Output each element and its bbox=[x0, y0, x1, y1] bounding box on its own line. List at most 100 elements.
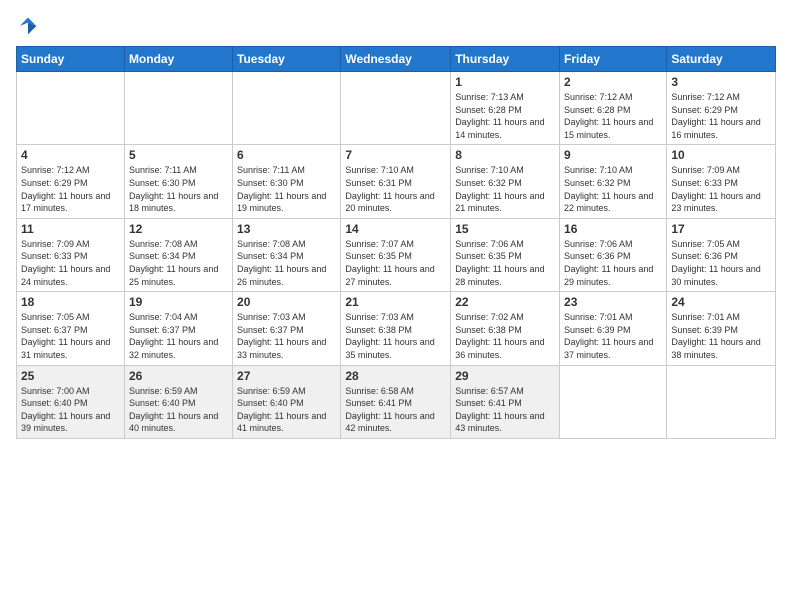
table-row: 10 Sunrise: 7:09 AM Sunset: 6:33 PM Dayli… bbox=[667, 145, 776, 218]
day-info: Sunrise: 7:01 AM Sunset: 6:39 PM Dayligh… bbox=[564, 311, 662, 361]
logo bbox=[16, 16, 38, 36]
page: Sunday Monday Tuesday Wednesday Thursday… bbox=[0, 0, 792, 612]
day-info: Sunrise: 7:12 AM Sunset: 6:29 PM Dayligh… bbox=[21, 164, 120, 214]
calendar-week-row: 4 Sunrise: 7:12 AM Sunset: 6:29 PM Daylig… bbox=[17, 145, 776, 218]
day-number: 2 bbox=[564, 75, 662, 89]
day-info: Sunrise: 7:08 AM Sunset: 6:34 PM Dayligh… bbox=[129, 238, 228, 288]
day-number: 8 bbox=[455, 148, 555, 162]
logo-icon bbox=[18, 16, 38, 36]
day-number: 26 bbox=[129, 369, 228, 383]
day-number: 20 bbox=[237, 295, 336, 309]
table-row: 28 Sunrise: 6:58 AM Sunset: 6:41 PM Dayli… bbox=[341, 365, 451, 438]
day-info: Sunrise: 7:03 AM Sunset: 6:38 PM Dayligh… bbox=[345, 311, 446, 361]
day-info: Sunrise: 7:11 AM Sunset: 6:30 PM Dayligh… bbox=[237, 164, 336, 214]
day-info: Sunrise: 7:09 AM Sunset: 6:33 PM Dayligh… bbox=[671, 164, 771, 214]
day-number: 14 bbox=[345, 222, 446, 236]
table-row: 1 Sunrise: 7:13 AM Sunset: 6:28 PM Daylig… bbox=[451, 72, 560, 145]
table-row: 11 Sunrise: 7:09 AM Sunset: 6:33 PM Dayli… bbox=[17, 218, 125, 291]
col-tuesday: Tuesday bbox=[233, 47, 341, 72]
calendar-week-row: 1 Sunrise: 7:13 AM Sunset: 6:28 PM Daylig… bbox=[17, 72, 776, 145]
table-row: 22Sunrise: 7:02 AM Sunset: 6:38 PM Dayli… bbox=[451, 292, 560, 365]
day-number: 27 bbox=[237, 369, 336, 383]
table-row bbox=[17, 72, 125, 145]
day-info: Sunrise: 7:06 AM Sunset: 6:36 PM Dayligh… bbox=[564, 238, 662, 288]
day-info: Sunrise: 6:59 AM Sunset: 6:40 PM Dayligh… bbox=[129, 385, 228, 435]
table-row: 5 Sunrise: 7:11 AM Sunset: 6:30 PM Daylig… bbox=[124, 145, 232, 218]
col-sunday: Sunday bbox=[17, 47, 125, 72]
day-info: Sunrise: 7:12 AM Sunset: 6:28 PM Dayligh… bbox=[564, 91, 662, 141]
table-row: 12 Sunrise: 7:08 AM Sunset: 6:34 PM Dayli… bbox=[124, 218, 232, 291]
table-row: 13 Sunrise: 7:08 AM Sunset: 6:34 PM Dayli… bbox=[233, 218, 341, 291]
day-number: 15 bbox=[455, 222, 555, 236]
table-row: 23 Sunrise: 7:01 AM Sunset: 6:39 PM Dayli… bbox=[560, 292, 667, 365]
day-info: Sunrise: 7:06 AM Sunset: 6:35 PM Dayligh… bbox=[455, 238, 555, 288]
table-row: 29 Sunrise: 6:57 AM Sunset: 6:41 PM Dayli… bbox=[451, 365, 560, 438]
day-info: Sunrise: 7:12 AM Sunset: 6:29 PM Dayligh… bbox=[671, 91, 771, 141]
table-row bbox=[560, 365, 667, 438]
table-row: 3 Sunrise: 7:12 AM Sunset: 6:29 PM Daylig… bbox=[667, 72, 776, 145]
table-row: 4 Sunrise: 7:12 AM Sunset: 6:29 PM Daylig… bbox=[17, 145, 125, 218]
day-number: 22 bbox=[455, 295, 555, 309]
col-friday: Friday bbox=[560, 47, 667, 72]
day-number: 23 bbox=[564, 295, 662, 309]
day-info: Sunrise: 7:08 AM Sunset: 6:34 PM Dayligh… bbox=[237, 238, 336, 288]
table-row: 8 Sunrise: 7:10 AM Sunset: 6:32 PM Daylig… bbox=[451, 145, 560, 218]
day-info: Sunrise: 7:00 AM Sunset: 6:40 PM Dayligh… bbox=[21, 385, 120, 435]
day-info: Sunrise: 7:11 AM Sunset: 6:30 PM Dayligh… bbox=[129, 164, 228, 214]
day-number: 1 bbox=[455, 75, 555, 89]
day-info: Sunrise: 7:09 AM Sunset: 6:33 PM Dayligh… bbox=[21, 238, 120, 288]
table-row: 7Sunrise: 7:10 AM Sunset: 6:31 PM Daylig… bbox=[341, 145, 451, 218]
table-row: 26 Sunrise: 6:59 AM Sunset: 6:40 PM Dayli… bbox=[124, 365, 232, 438]
day-info: Sunrise: 7:10 AM Sunset: 6:32 PM Dayligh… bbox=[564, 164, 662, 214]
table-row: 20 Sunrise: 7:03 AM Sunset: 6:37 PM Dayli… bbox=[233, 292, 341, 365]
day-number: 28 bbox=[345, 369, 446, 383]
day-number: 11 bbox=[21, 222, 120, 236]
day-number: 24 bbox=[671, 295, 771, 309]
day-number: 7 bbox=[345, 148, 446, 162]
day-info: Sunrise: 7:01 AM Sunset: 6:39 PM Dayligh… bbox=[671, 311, 771, 361]
day-number: 13 bbox=[237, 222, 336, 236]
calendar-table: Sunday Monday Tuesday Wednesday Thursday… bbox=[16, 46, 776, 439]
day-number: 10 bbox=[671, 148, 771, 162]
table-row bbox=[341, 72, 451, 145]
calendar-week-row: 18 Sunrise: 7:05 AM Sunset: 6:37 PM Dayli… bbox=[17, 292, 776, 365]
day-number: 17 bbox=[671, 222, 771, 236]
day-info: Sunrise: 7:07 AM Sunset: 6:35 PM Dayligh… bbox=[345, 238, 446, 288]
day-info: Sunrise: 7:10 AM Sunset: 6:32 PM Dayligh… bbox=[455, 164, 555, 214]
day-number: 3 bbox=[671, 75, 771, 89]
calendar-header-row: Sunday Monday Tuesday Wednesday Thursday… bbox=[17, 47, 776, 72]
day-number: 29 bbox=[455, 369, 555, 383]
table-row: 24 Sunrise: 7:01 AM Sunset: 6:39 PM Dayli… bbox=[667, 292, 776, 365]
table-row: 15 Sunrise: 7:06 AM Sunset: 6:35 PM Dayli… bbox=[451, 218, 560, 291]
day-info: Sunrise: 7:05 AM Sunset: 6:37 PM Dayligh… bbox=[21, 311, 120, 361]
table-row: 18 Sunrise: 7:05 AM Sunset: 6:37 PM Dayli… bbox=[17, 292, 125, 365]
table-row: 2 Sunrise: 7:12 AM Sunset: 6:28 PM Daylig… bbox=[560, 72, 667, 145]
day-info: Sunrise: 6:59 AM Sunset: 6:40 PM Dayligh… bbox=[237, 385, 336, 435]
day-info: Sunrise: 7:03 AM Sunset: 6:37 PM Dayligh… bbox=[237, 311, 336, 361]
table-row: 21Sunrise: 7:03 AM Sunset: 6:38 PM Dayli… bbox=[341, 292, 451, 365]
table-row bbox=[667, 365, 776, 438]
table-row: 6Sunrise: 7:11 AM Sunset: 6:30 PM Daylig… bbox=[233, 145, 341, 218]
day-number: 5 bbox=[129, 148, 228, 162]
day-info: Sunrise: 7:13 AM Sunset: 6:28 PM Dayligh… bbox=[455, 91, 555, 141]
day-number: 19 bbox=[129, 295, 228, 309]
col-saturday: Saturday bbox=[667, 47, 776, 72]
day-info: Sunrise: 7:05 AM Sunset: 6:36 PM Dayligh… bbox=[671, 238, 771, 288]
day-number: 18 bbox=[21, 295, 120, 309]
table-row: 9 Sunrise: 7:10 AM Sunset: 6:32 PM Daylig… bbox=[560, 145, 667, 218]
table-row bbox=[233, 72, 341, 145]
table-row: 14 Sunrise: 7:07 AM Sunset: 6:35 PM Dayli… bbox=[341, 218, 451, 291]
day-number: 4 bbox=[21, 148, 120, 162]
day-info: Sunrise: 6:58 AM Sunset: 6:41 PM Dayligh… bbox=[345, 385, 446, 435]
col-thursday: Thursday bbox=[451, 47, 560, 72]
table-row: 27 Sunrise: 6:59 AM Sunset: 6:40 PM Dayli… bbox=[233, 365, 341, 438]
col-monday: Monday bbox=[124, 47, 232, 72]
calendar-week-row: 25 Sunrise: 7:00 AM Sunset: 6:40 PM Dayli… bbox=[17, 365, 776, 438]
day-number: 12 bbox=[129, 222, 228, 236]
calendar-week-row: 11 Sunrise: 7:09 AM Sunset: 6:33 PM Dayli… bbox=[17, 218, 776, 291]
table-row bbox=[124, 72, 232, 145]
day-number: 9 bbox=[564, 148, 662, 162]
day-info: Sunrise: 7:04 AM Sunset: 6:37 PM Dayligh… bbox=[129, 311, 228, 361]
day-number: 25 bbox=[21, 369, 120, 383]
day-info: Sunrise: 6:57 AM Sunset: 6:41 PM Dayligh… bbox=[455, 385, 555, 435]
